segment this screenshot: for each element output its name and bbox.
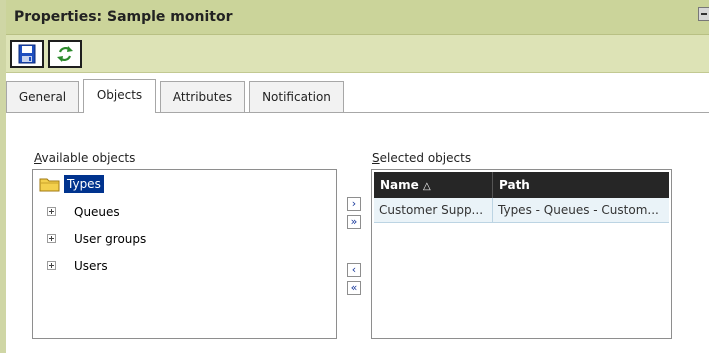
column-header-name[interactable]: Name △ xyxy=(374,172,492,198)
expand-icon[interactable] xyxy=(47,234,56,243)
tree-item-label: Users xyxy=(74,259,108,273)
add-all-button[interactable]: » xyxy=(347,215,361,229)
window-title: Properties: Sample monitor xyxy=(14,9,233,25)
available-objects-tree[interactable]: Types Queues User groups Users xyxy=(32,169,337,339)
tab-objects[interactable]: Objects xyxy=(83,79,156,113)
table-row[interactable]: Customer Supp... Types - Queues - Custom… xyxy=(374,198,669,223)
add-selected-button[interactable]: › xyxy=(347,197,361,211)
cell-name: Customer Supp... xyxy=(379,203,484,217)
title-bar: Properties: Sample monitor xyxy=(6,0,709,35)
available-objects-label: Available objects xyxy=(34,151,136,165)
selected-objects-grid[interactable]: Name △ Path Customer Supp... Types - Que… xyxy=(371,169,672,339)
folder-icon xyxy=(39,178,60,192)
cell-path: Types - Queues - Custom... xyxy=(498,203,659,217)
sort-ascending-icon: △ xyxy=(422,181,431,192)
expand-icon[interactable] xyxy=(47,207,56,216)
minimize-button[interactable] xyxy=(698,7,709,21)
column-header-path[interactable]: Path xyxy=(493,172,669,198)
remove-all-button[interactable]: « xyxy=(347,281,361,295)
tab-bar: General Objects Attributes Notification xyxy=(6,79,709,113)
remove-selected-button[interactable]: ‹ xyxy=(347,263,361,277)
save-icon xyxy=(18,44,36,64)
tab-notification[interactable]: Notification xyxy=(249,81,344,112)
tree-item-label: Queues xyxy=(74,205,120,219)
tab-general[interactable]: General xyxy=(6,81,79,112)
tree-item-label: User groups xyxy=(74,232,147,246)
tree-root-label[interactable]: Types xyxy=(64,175,104,193)
save-button[interactable] xyxy=(10,40,44,68)
toolbar xyxy=(6,35,709,73)
selected-objects-label: Selected objects xyxy=(372,151,472,165)
refresh-icon xyxy=(57,46,73,62)
expand-icon[interactable] xyxy=(47,261,56,270)
refresh-button[interactable] xyxy=(48,40,82,68)
grid-header: Name △ Path xyxy=(374,172,669,198)
objects-tab-content: Available objects Types Queues User grou… xyxy=(6,113,709,353)
tab-attributes[interactable]: Attributes xyxy=(160,81,245,112)
